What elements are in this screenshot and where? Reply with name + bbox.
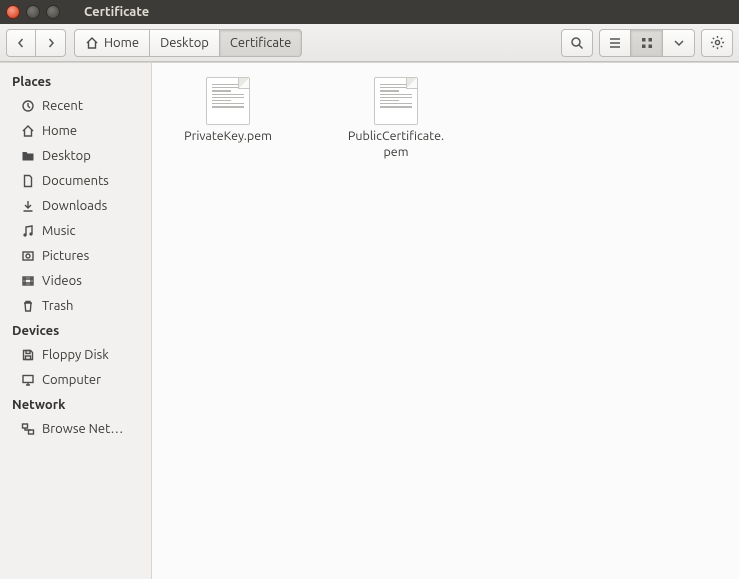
sidebar-header-network: Network	[0, 392, 151, 416]
sidebar-item-label: Browse Net…	[42, 422, 123, 436]
music-icon	[20, 224, 36, 238]
sidebar-item-label: Floppy Disk	[42, 348, 109, 362]
toolbar: Home Desktop Certificate	[0, 24, 739, 62]
back-button[interactable]	[6, 29, 36, 57]
sidebar-header-places: Places	[0, 69, 151, 93]
nav-buttons	[6, 29, 66, 57]
window-maximize-button[interactable]	[46, 5, 60, 19]
sidebar-item-label: Documents	[42, 174, 109, 188]
window-title: Certificate	[84, 5, 149, 19]
sidebar-item-computer[interactable]: Computer	[0, 367, 151, 392]
breadcrumb-home[interactable]: Home	[74, 29, 150, 57]
view-more-button[interactable]	[663, 29, 695, 57]
sidebar-item-desktop[interactable]: Desktop	[0, 143, 151, 168]
sidebar-item-pictures[interactable]: Pictures	[0, 243, 151, 268]
chevron-right-icon	[46, 38, 56, 48]
window-close-button[interactable]	[6, 5, 20, 19]
desktop-icon	[20, 149, 36, 163]
body: Places Recent Home Desktop Documents Download…	[0, 62, 739, 579]
breadcrumb: Home Desktop Certificate	[74, 29, 302, 57]
sidebar-item-label: Computer	[42, 373, 101, 387]
file-item[interactable]: PublicCertificate.pem	[326, 77, 466, 565]
sidebar-item-videos[interactable]: Videos	[0, 268, 151, 293]
sidebar: Places Recent Home Desktop Documents Download…	[0, 63, 152, 579]
sidebar-item-label: Recent	[42, 99, 83, 113]
sidebar-header-devices: Devices	[0, 318, 151, 342]
sidebar-item-downloads[interactable]: Downloads	[0, 193, 151, 218]
doc-icon	[20, 174, 36, 188]
sidebar-item-home[interactable]: Home	[0, 118, 151, 143]
sidebar-item-label: Home	[42, 124, 77, 138]
trash-icon	[20, 299, 36, 313]
list-icon	[608, 36, 622, 50]
gear-icon	[710, 35, 725, 50]
network-icon	[20, 422, 36, 436]
chevron-left-icon	[16, 38, 26, 48]
sidebar-item-label: Trash	[42, 299, 73, 313]
breadcrumb-label: Desktop	[160, 36, 209, 50]
file-manager-window: Certificate Home Desktop Certificate	[0, 0, 739, 579]
grid-icon	[640, 36, 654, 50]
settings-button[interactable]	[701, 29, 733, 57]
search-icon	[570, 36, 584, 50]
search-button[interactable]	[561, 29, 593, 57]
breadcrumb-certificate[interactable]: Certificate	[220, 29, 302, 57]
videos-icon	[20, 274, 36, 288]
sidebar-item-trash[interactable]: Trash	[0, 293, 151, 318]
text-file-icon	[206, 77, 250, 125]
sidebar-item-label: Music	[42, 224, 76, 238]
sidebar-item-label: Desktop	[42, 149, 91, 163]
sidebar-item-browse-net-[interactable]: Browse Net…	[0, 416, 151, 441]
titlebar[interactable]: Certificate	[0, 0, 739, 24]
forward-button[interactable]	[36, 29, 66, 57]
home-icon	[85, 36, 99, 50]
sidebar-item-music[interactable]: Music	[0, 218, 151, 243]
sidebar-item-recent[interactable]: Recent	[0, 93, 151, 118]
breadcrumb-label: Certificate	[230, 36, 291, 50]
window-minimize-button[interactable]	[26, 5, 40, 19]
file-label: PrivateKey.pem	[184, 129, 272, 145]
file-item[interactable]: PrivateKey.pem	[158, 77, 298, 565]
list-view-button[interactable]	[599, 29, 631, 57]
file-label: PublicCertificate.pem	[348, 129, 444, 160]
recent-icon	[20, 99, 36, 113]
computer-icon	[20, 373, 36, 387]
sidebar-item-label: Videos	[42, 274, 82, 288]
breadcrumb-desktop[interactable]: Desktop	[150, 29, 220, 57]
breadcrumb-label: Home	[104, 36, 139, 50]
view-mode-buttons	[599, 29, 695, 57]
sidebar-item-documents[interactable]: Documents	[0, 168, 151, 193]
sidebar-item-floppy-disk[interactable]: Floppy Disk	[0, 342, 151, 367]
pictures-icon	[20, 249, 36, 263]
floppy-icon	[20, 348, 36, 362]
home-icon	[20, 124, 36, 138]
icon-view-button[interactable]	[631, 29, 663, 57]
download-icon	[20, 199, 36, 213]
sidebar-item-label: Downloads	[42, 199, 107, 213]
text-file-icon	[374, 77, 418, 125]
sidebar-item-label: Pictures	[42, 249, 89, 263]
chevron-down-icon	[674, 38, 684, 48]
folder-content[interactable]: PrivateKey.pem PublicCertificate.pem	[152, 63, 739, 579]
